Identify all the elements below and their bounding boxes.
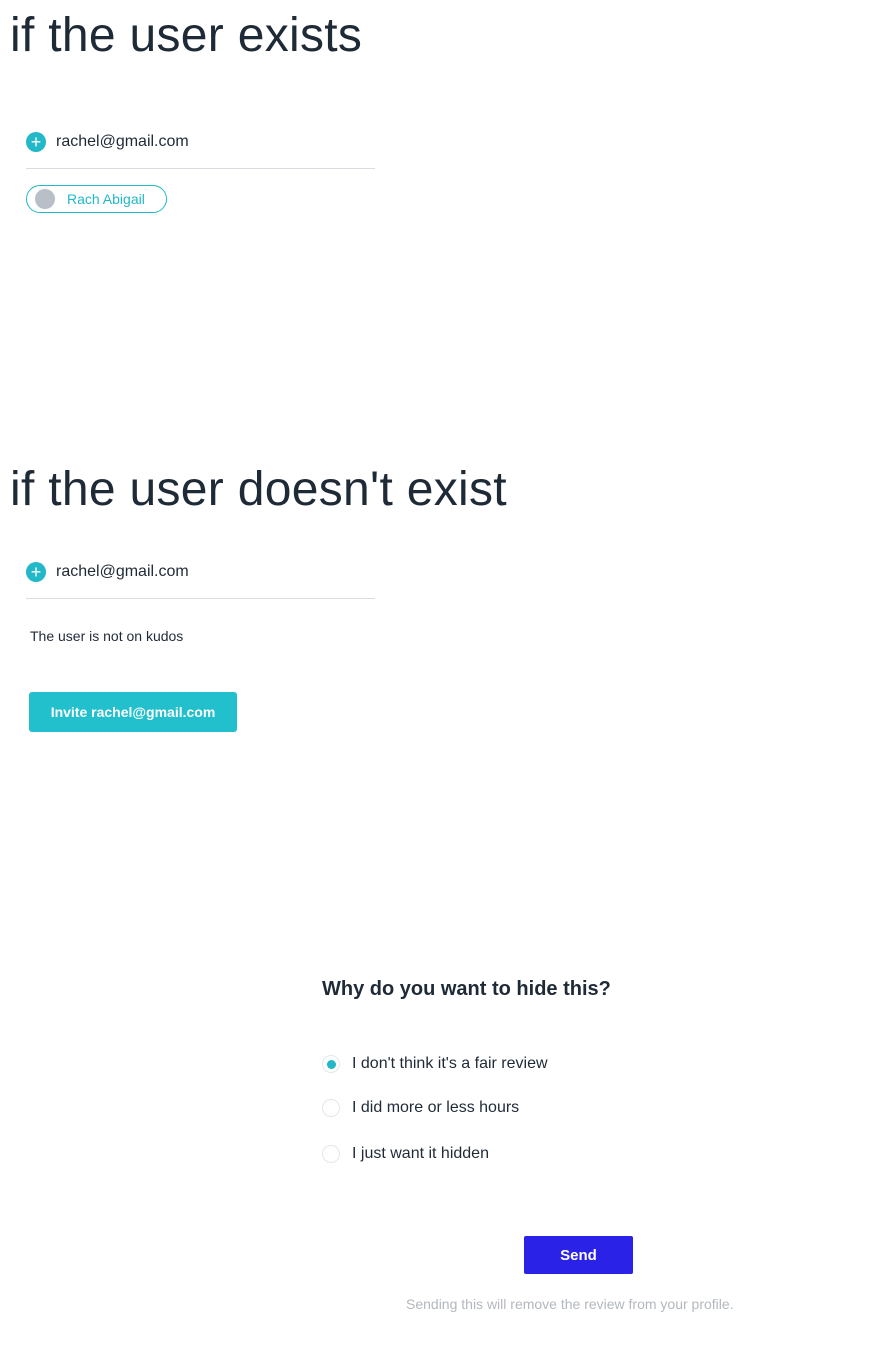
email-field-not-exists[interactable]: + rachel@gmail.com	[26, 562, 375, 599]
plus-circle-icon[interactable]: +	[26, 562, 46, 582]
heading-user-not-exists: if the user doesn't exist	[10, 463, 507, 516]
radio-option-hours[interactable]: I did more or less hours	[322, 1099, 519, 1117]
user-chip-label: Rach Abigail	[67, 191, 145, 207]
radio-option-fair-review[interactable]: I don't think it's a fair review	[322, 1055, 548, 1073]
send-button[interactable]: Send	[524, 1236, 633, 1274]
radio-button-selected[interactable]	[322, 1055, 340, 1073]
radio-option-hidden[interactable]: I just want it hidden	[322, 1145, 489, 1163]
hide-question-title: Why do you want to hide this?	[322, 978, 611, 1000]
radio-button[interactable]	[322, 1099, 340, 1117]
email-field-exists[interactable]: + rachel@gmail.com	[26, 132, 375, 169]
radio-selected-dot	[326, 1059, 336, 1069]
heading-user-exists: if the user exists	[10, 9, 363, 62]
radio-label: I don't think it's a fair review	[352, 1055, 548, 1072]
not-on-kudos-note: The user is not on kudos	[30, 628, 184, 644]
email-value: rachel@gmail.com	[56, 133, 189, 150]
invite-button[interactable]: Invite rachel@gmail.com	[29, 692, 237, 732]
radio-button[interactable]	[322, 1145, 340, 1163]
radio-label: I did more or less hours	[352, 1099, 520, 1116]
plus-circle-icon[interactable]: +	[26, 132, 46, 152]
radio-label: I just want it hidden	[352, 1145, 489, 1162]
user-chip[interactable]: Rach Abigail	[26, 185, 167, 213]
send-footnote: Sending this will remove the review from…	[406, 1296, 734, 1312]
avatar	[35, 189, 55, 209]
email-value: rachel@gmail.com	[56, 563, 189, 580]
